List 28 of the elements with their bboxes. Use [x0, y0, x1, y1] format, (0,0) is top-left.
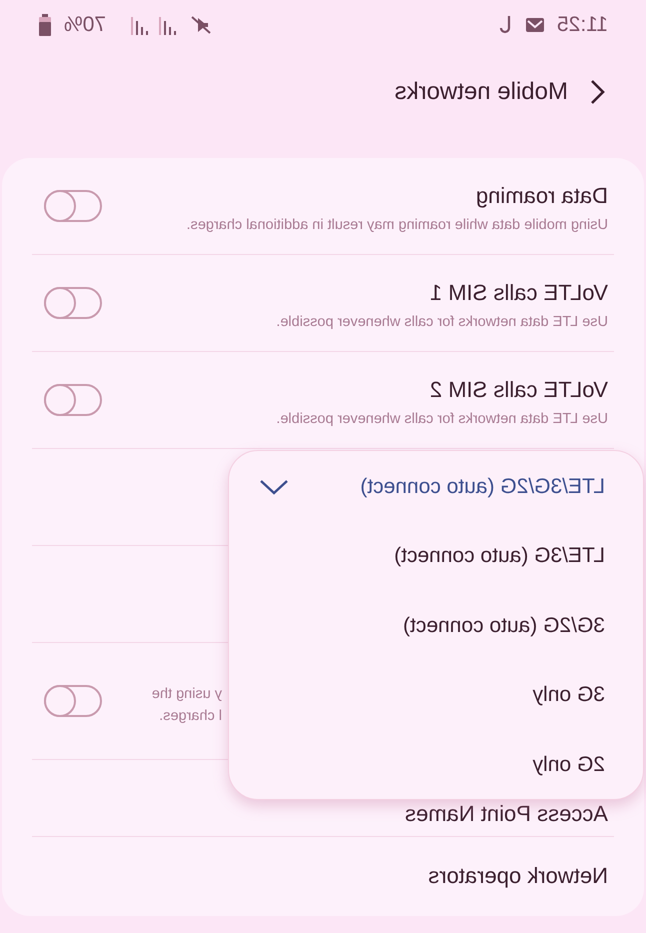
setting-description: Use LTE data networks for calls whenever possible.	[276, 410, 608, 428]
menu-option[interactable]: LTE/3G/2G (auto connect)	[229, 452, 643, 522]
menu-option[interactable]: 3G only	[229, 660, 643, 730]
battery-icon	[38, 14, 52, 36]
setting-description: Use LTE data networks for calls whenever possible.	[276, 312, 608, 330]
toggle-switch[interactable]	[44, 384, 102, 416]
check-icon	[259, 478, 289, 495]
mute-icon	[190, 15, 212, 35]
battery-percent: 70%	[64, 12, 106, 38]
setting-description: l charges.	[158, 707, 222, 725]
toggle-switch[interactable]	[44, 287, 102, 319]
page-title: Mobile networks	[394, 77, 568, 107]
clock-time: 11:25	[557, 12, 608, 38]
setting-description: y using the	[152, 685, 222, 703]
setting-title: VoLTE calls SIM 2	[428, 376, 608, 404]
menu-option[interactable]: 2G only	[229, 730, 643, 800]
setting-title: Data roaming	[474, 182, 608, 210]
mail-icon	[525, 17, 545, 33]
setting-description: Using mobile data while roaming may result in additional charges.	[186, 216, 608, 234]
menu-option[interactable]: 3G/2G (auto connect)	[229, 590, 643, 660]
setting-title: Access Point Names	[405, 800, 608, 828]
toggle-switch[interactable]	[44, 685, 102, 717]
setting-title: VoLTE calls SIM 1	[428, 278, 608, 306]
back-icon[interactable]	[590, 79, 606, 105]
setting-title: Network operators	[428, 862, 608, 890]
menu-option[interactable]: LTE/3G (auto connect)	[229, 521, 643, 591]
hook-icon	[499, 14, 513, 36]
toggle-switch[interactable]	[44, 190, 102, 222]
